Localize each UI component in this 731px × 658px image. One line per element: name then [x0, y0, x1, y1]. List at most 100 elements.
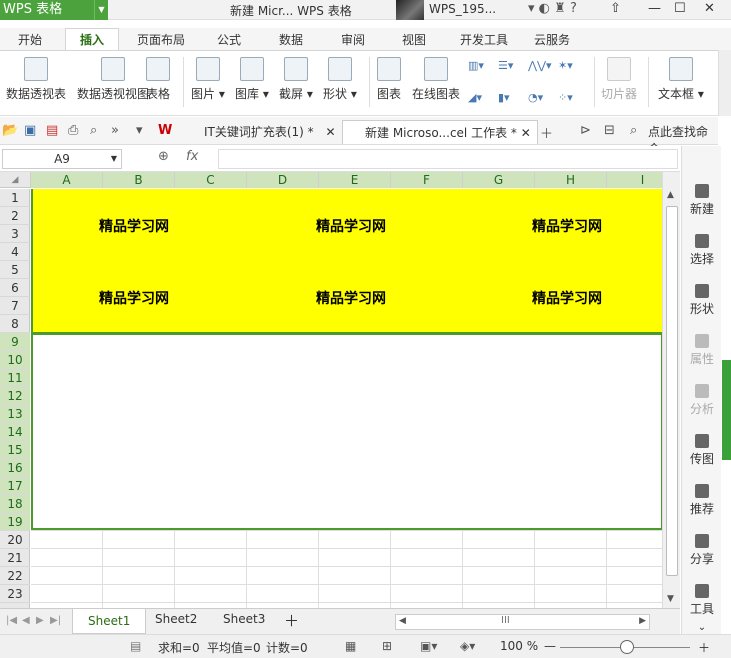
- tab-insert[interactable]: 插入: [65, 28, 120, 50]
- column-header[interactable]: A: [31, 172, 103, 188]
- add-sheet-icon[interactable]: ＋: [284, 610, 299, 631]
- doc-tab[interactable]: IT关键词扩充表(1) * ✕: [186, 120, 342, 144]
- first-sheet-icon[interactable]: |◀: [6, 615, 17, 626]
- textbox-button[interactable]: 文本框 ▾: [658, 57, 704, 102]
- screenshot-button[interactable]: 截屏 ▾: [279, 57, 313, 102]
- scroll-thumb[interactable]: [666, 206, 678, 576]
- tab-home[interactable]: 开始: [18, 31, 42, 48]
- row-header[interactable]: 10: [0, 351, 30, 369]
- pivot-chart-button[interactable]: 数据透视视图: [77, 57, 149, 102]
- bar-chart-icon[interactable]: ☰▾: [498, 59, 513, 72]
- close-icon[interactable]: ✕: [521, 126, 531, 140]
- row-header[interactable]: 8: [0, 315, 30, 333]
- panel-analyze[interactable]: 分析: [682, 384, 722, 417]
- panel-tools[interactable]: 工具: [682, 584, 722, 617]
- name-box[interactable]: A9 ▼: [2, 149, 122, 169]
- row-header[interactable]: 4: [0, 243, 30, 261]
- column-header[interactable]: D: [247, 172, 319, 188]
- scroll-right-icon[interactable]: ▶: [639, 616, 646, 626]
- panel-new[interactable]: 新建: [682, 184, 722, 217]
- picture-button[interactable]: 图片 ▾: [191, 57, 225, 102]
- row-header[interactable]: 9: [0, 333, 30, 351]
- zoom-out-icon[interactable]: —: [544, 639, 556, 653]
- row-header[interactable]: 14: [0, 423, 30, 441]
- row-header[interactable]: 13: [0, 405, 30, 423]
- zoom-slider-knob[interactable]: [620, 640, 634, 654]
- preview-icon[interactable]: ⌕: [90, 123, 97, 138]
- column-header[interactable]: E: [319, 172, 391, 188]
- sheet-tab[interactable]: Sheet2: [155, 612, 197, 626]
- row-header[interactable]: 17: [0, 477, 30, 495]
- tab-data[interactable]: 数据: [279, 31, 303, 48]
- row-header[interactable]: 5: [0, 261, 30, 279]
- zoom-in-icon[interactable]: ＋: [698, 639, 710, 656]
- column-chart-icon[interactable]: ▥▾: [468, 59, 484, 72]
- chevron-down-icon[interactable]: ▼: [94, 0, 108, 20]
- scroll-thumb-grip[interactable]: III: [501, 615, 510, 626]
- panel-expand-icon[interactable]: ⌄: [682, 622, 722, 633]
- column-header[interactable]: C: [175, 172, 247, 188]
- sheet-tab[interactable]: Sheet3: [223, 612, 265, 626]
- fx-icon[interactable]: fx: [186, 149, 198, 164]
- save-icon[interactable]: ▣: [24, 123, 36, 138]
- row-header[interactable]: 16: [0, 459, 30, 477]
- doc-tab-active[interactable]: 新建 Microso...cel 工作表 * ✕: [342, 120, 538, 144]
- scroll-down-icon[interactable]: ▼: [667, 594, 674, 604]
- zoom-level[interactable]: 100 %: [500, 639, 538, 653]
- panel-shape[interactable]: 形状: [682, 284, 722, 317]
- next-icon[interactable]: ⊳: [580, 123, 591, 138]
- shirt-icon[interactable]: ♜: [554, 1, 566, 16]
- chevron-down-icon[interactable]: ▾: [136, 123, 143, 138]
- row-header[interactable]: 6: [0, 279, 30, 297]
- column-header[interactable]: G: [463, 172, 535, 188]
- panel-share[interactable]: 分享: [682, 534, 722, 567]
- row-header[interactable]: 18: [0, 495, 30, 513]
- tab-developer[interactable]: 开发工具: [460, 31, 508, 48]
- select-all-corner[interactable]: ◢: [0, 172, 31, 188]
- help-icon[interactable]: ?: [570, 1, 577, 16]
- panel-select[interactable]: 选择: [682, 234, 722, 267]
- chart-button[interactable]: 图表: [377, 57, 401, 102]
- shape-button[interactable]: 形状 ▾: [323, 57, 357, 102]
- row-header[interactable]: 1: [0, 189, 30, 207]
- close-icon[interactable]: ✕: [326, 125, 336, 139]
- chevron-down-icon[interactable]: ▼: [111, 150, 117, 168]
- wps-icon[interactable]: W: [158, 123, 172, 138]
- search-icon[interactable]: ⌕: [630, 123, 637, 138]
- tab-formulas[interactable]: 公式: [217, 31, 241, 48]
- list-icon[interactable]: ⊟: [604, 123, 615, 138]
- restore-icon[interactable]: ⇧: [610, 1, 621, 16]
- column-header[interactable]: F: [391, 172, 463, 188]
- row-header[interactable]: 15: [0, 441, 30, 459]
- close-button[interactable]: ✕: [704, 1, 715, 16]
- tab-review[interactable]: 审阅: [341, 31, 365, 48]
- row-header[interactable]: 11: [0, 369, 30, 387]
- normal-view-icon[interactable]: ▦: [345, 639, 356, 653]
- maximize-button[interactable]: ☐: [674, 1, 686, 16]
- scroll-up-icon[interactable]: ▲: [667, 190, 674, 200]
- zoom-search-icon[interactable]: ⊕: [158, 149, 169, 164]
- tab-view[interactable]: 视图: [402, 31, 426, 48]
- plus-icon[interactable]: ＋: [540, 123, 553, 142]
- row-header[interactable]: 3: [0, 225, 30, 243]
- stock-chart-icon[interactable]: ▮▾: [498, 91, 510, 104]
- vertical-scrollbar[interactable]: ▲ ▼: [662, 172, 680, 608]
- column-header[interactable]: B: [103, 172, 175, 188]
- row-header[interactable]: 22: [0, 567, 30, 585]
- slicer-button[interactable]: 切片器: [601, 57, 637, 102]
- scroll-left-icon[interactable]: ◀: [399, 616, 406, 626]
- next-sheet-icon[interactable]: ▶: [36, 615, 44, 626]
- eye-protect-icon[interactable]: ◈▾: [460, 639, 475, 653]
- avatar[interactable]: [396, 0, 424, 20]
- row-header[interactable]: 7: [0, 297, 30, 315]
- pdf-icon[interactable]: ▤: [46, 123, 58, 138]
- panel-upload-image[interactable]: 传图: [682, 434, 722, 467]
- pie-chart-icon[interactable]: ◔▾: [528, 91, 543, 104]
- formula-input[interactable]: [218, 149, 678, 169]
- area-chart-icon[interactable]: ◢▾: [468, 91, 482, 104]
- row-header[interactable]: 21: [0, 549, 30, 567]
- scatter-chart-icon[interactable]: ⁘▾: [558, 91, 573, 104]
- page-break-view-icon[interactable]: ⊞: [382, 639, 392, 653]
- tab-cloud[interactable]: 云服务: [534, 31, 570, 48]
- line-chart-icon[interactable]: ⋀⋁▾: [528, 59, 552, 72]
